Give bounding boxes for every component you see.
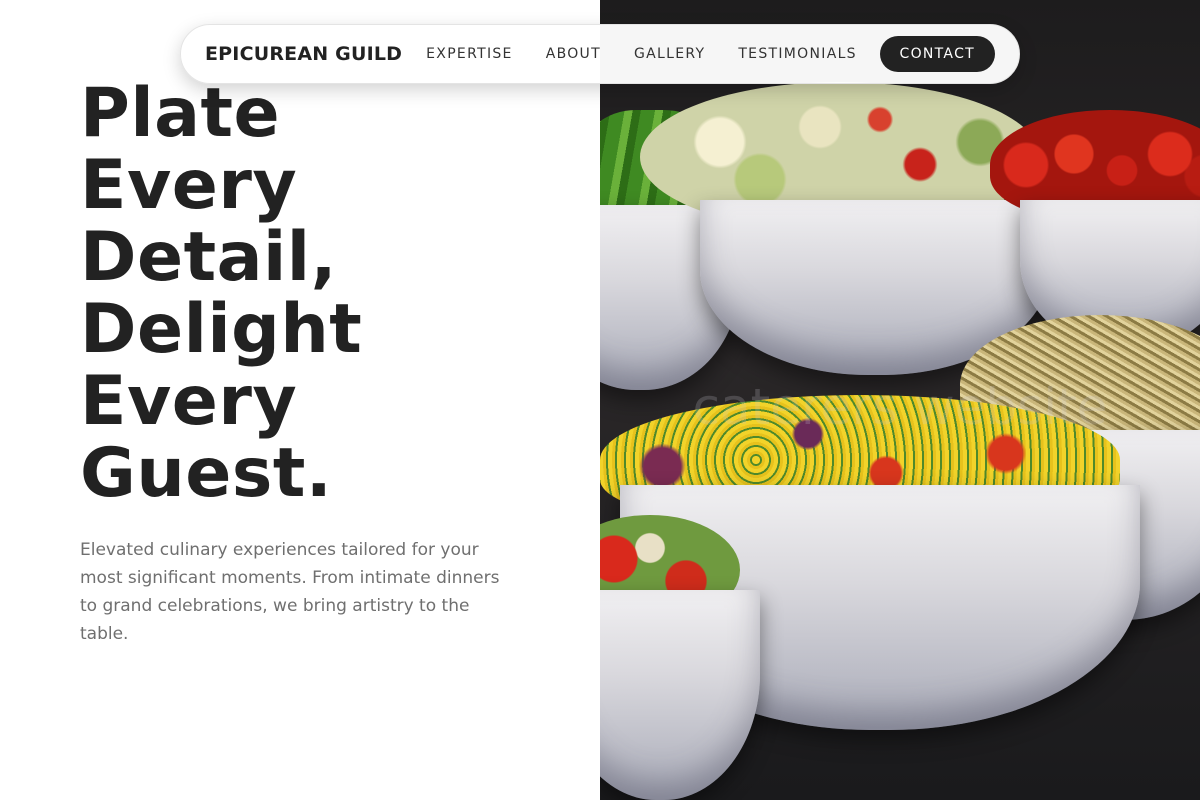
hero-text-panel: Plate Every Detail, Delight Every Guest.… — [0, 0, 600, 800]
nav-link-testimonials[interactable]: TESTIMONIALS — [738, 46, 857, 62]
headline-line: Every — [80, 146, 298, 225]
headline-line: Guest. — [80, 434, 333, 513]
headline-line: Delight — [80, 290, 363, 369]
headline-line: Every — [80, 362, 298, 441]
brand-logo[interactable]: EPICUREAN GUILD — [205, 43, 402, 65]
small-bowl-front-left — [600, 590, 760, 800]
headline-line: Detail, — [80, 218, 337, 297]
contact-button[interactable]: CONTACT — [879, 36, 995, 72]
nav-links: EXPERTISE ABOUT GALLERY TESTIMONIALS — [426, 46, 857, 62]
nav-link-gallery[interactable]: GALLERY — [634, 46, 705, 62]
hero-description: Elevated culinary experiences tailored f… — [80, 540, 500, 644]
nav-link-about[interactable]: ABOUT — [546, 46, 601, 62]
top-navbar: EPICUREAN GUILD EXPERTISE ABOUT GALLERY … — [180, 24, 1020, 84]
nav-link-expertise[interactable]: EXPERTISE — [426, 46, 513, 62]
hero-headline: Plate Every Detail, Delight Every Guest. — [80, 78, 580, 510]
hero-food-image: caterers website — [600, 0, 1200, 800]
headline-line: Plate — [80, 74, 281, 153]
landing-page: Plate Every Detail, Delight Every Guest.… — [0, 0, 1200, 800]
